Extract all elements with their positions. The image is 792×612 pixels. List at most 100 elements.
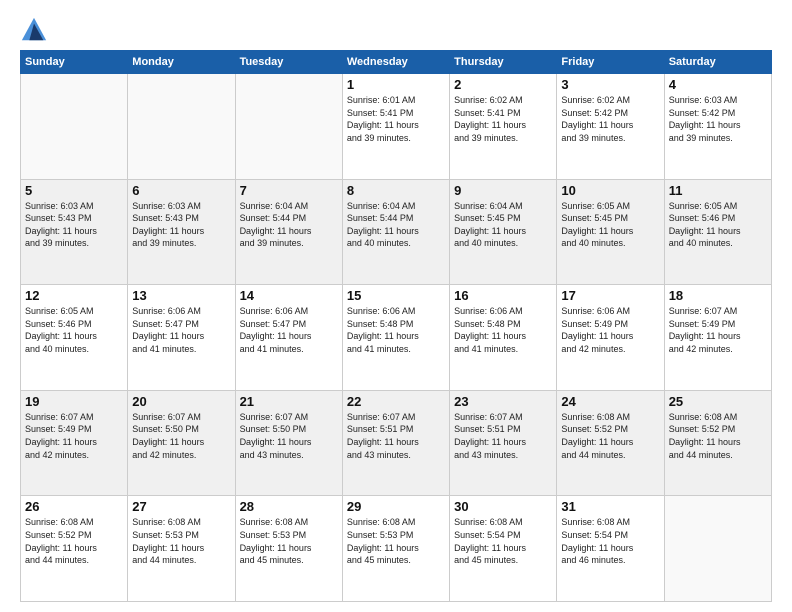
calendar-cell: 9 Sunrise: 6:04 AM Sunset: 5:45 PM Daylig… — [450, 179, 557, 285]
day-number: 8 — [347, 183, 445, 198]
calendar-cell: 18 Sunrise: 6:07 AM Sunset: 5:49 PM Dayli… — [664, 285, 771, 391]
day-info: Sunrise: 6:01 AM Sunset: 5:41 PM Dayligh… — [347, 94, 445, 144]
calendar-cell: 3 Sunrise: 6:02 AM Sunset: 5:42 PM Daylig… — [557, 74, 664, 180]
calendar-cell: 22 Sunrise: 6:07 AM Sunset: 5:51 PM Dayli… — [342, 390, 449, 496]
day-info: Sunrise: 6:02 AM Sunset: 5:42 PM Dayligh… — [561, 94, 659, 144]
day-info: Sunrise: 6:03 AM Sunset: 5:43 PM Dayligh… — [132, 200, 230, 250]
page: SundayMondayTuesdayWednesdayThursdayFrid… — [0, 0, 792, 612]
logo — [20, 16, 52, 44]
day-info: Sunrise: 6:05 AM Sunset: 5:46 PM Dayligh… — [25, 305, 123, 355]
calendar-cell: 25 Sunrise: 6:08 AM Sunset: 5:52 PM Dayli… — [664, 390, 771, 496]
day-number: 12 — [25, 288, 123, 303]
day-number: 5 — [25, 183, 123, 198]
day-number: 25 — [669, 394, 767, 409]
day-number: 7 — [240, 183, 338, 198]
day-info: Sunrise: 6:07 AM Sunset: 5:50 PM Dayligh… — [132, 411, 230, 461]
day-number: 18 — [669, 288, 767, 303]
day-info: Sunrise: 6:03 AM Sunset: 5:42 PM Dayligh… — [669, 94, 767, 144]
day-info: Sunrise: 6:08 AM Sunset: 5:52 PM Dayligh… — [25, 516, 123, 566]
day-number: 27 — [132, 499, 230, 514]
calendar-cell: 6 Sunrise: 6:03 AM Sunset: 5:43 PM Daylig… — [128, 179, 235, 285]
calendar-cell: 12 Sunrise: 6:05 AM Sunset: 5:46 PM Dayli… — [21, 285, 128, 391]
calendar-cell: 11 Sunrise: 6:05 AM Sunset: 5:46 PM Dayli… — [664, 179, 771, 285]
day-info: Sunrise: 6:07 AM Sunset: 5:51 PM Dayligh… — [347, 411, 445, 461]
day-info: Sunrise: 6:08 AM Sunset: 5:52 PM Dayligh… — [669, 411, 767, 461]
day-info: Sunrise: 6:06 AM Sunset: 5:47 PM Dayligh… — [240, 305, 338, 355]
weekday-header-wednesday: Wednesday — [342, 51, 449, 74]
calendar-cell: 21 Sunrise: 6:07 AM Sunset: 5:50 PM Dayli… — [235, 390, 342, 496]
header — [20, 16, 772, 44]
calendar-week-5: 26 Sunrise: 6:08 AM Sunset: 5:52 PM Dayli… — [21, 496, 772, 602]
calendar-cell — [235, 74, 342, 180]
day-info: Sunrise: 6:07 AM Sunset: 5:50 PM Dayligh… — [240, 411, 338, 461]
day-number: 24 — [561, 394, 659, 409]
day-number: 31 — [561, 499, 659, 514]
calendar-cell: 30 Sunrise: 6:08 AM Sunset: 5:54 PM Dayli… — [450, 496, 557, 602]
weekday-header-sunday: Sunday — [21, 51, 128, 74]
day-number: 21 — [240, 394, 338, 409]
logo-icon — [20, 16, 48, 44]
calendar-cell: 4 Sunrise: 6:03 AM Sunset: 5:42 PM Daylig… — [664, 74, 771, 180]
day-number: 16 — [454, 288, 552, 303]
day-number: 14 — [240, 288, 338, 303]
calendar-cell: 19 Sunrise: 6:07 AM Sunset: 5:49 PM Dayli… — [21, 390, 128, 496]
calendar-cell: 28 Sunrise: 6:08 AM Sunset: 5:53 PM Dayli… — [235, 496, 342, 602]
calendar-table: SundayMondayTuesdayWednesdayThursdayFrid… — [20, 50, 772, 602]
day-number: 2 — [454, 77, 552, 92]
calendar-week-3: 12 Sunrise: 6:05 AM Sunset: 5:46 PM Dayli… — [21, 285, 772, 391]
calendar-cell: 20Sunrise: 6:07 AM Sunset: 5:50 PM Dayli… — [128, 390, 235, 496]
calendar-cell — [128, 74, 235, 180]
day-number: 3 — [561, 77, 659, 92]
day-number: 28 — [240, 499, 338, 514]
calendar-cell: 29 Sunrise: 6:08 AM Sunset: 5:53 PM Dayli… — [342, 496, 449, 602]
calendar-cell: 2Sunrise: 6:02 AM Sunset: 5:41 PM Daylig… — [450, 74, 557, 180]
day-number: 22 — [347, 394, 445, 409]
calendar-cell: 5Sunrise: 6:03 AM Sunset: 5:43 PM Daylig… — [21, 179, 128, 285]
weekday-header-monday: Monday — [128, 51, 235, 74]
calendar-cell: 15Sunrise: 6:06 AM Sunset: 5:48 PM Dayli… — [342, 285, 449, 391]
calendar-cell: 23 Sunrise: 6:07 AM Sunset: 5:51 PM Dayli… — [450, 390, 557, 496]
day-info: Sunrise: 6:08 AM Sunset: 5:53 PM Dayligh… — [347, 516, 445, 566]
weekday-header-thursday: Thursday — [450, 51, 557, 74]
day-number: 30 — [454, 499, 552, 514]
day-info: Sunrise: 6:04 AM Sunset: 5:44 PM Dayligh… — [347, 200, 445, 250]
day-number: 19 — [25, 394, 123, 409]
day-info: Sunrise: 6:08 AM Sunset: 5:54 PM Dayligh… — [561, 516, 659, 566]
day-info: Sunrise: 6:06 AM Sunset: 5:49 PM Dayligh… — [561, 305, 659, 355]
weekday-header-row: SundayMondayTuesdayWednesdayThursdayFrid… — [21, 51, 772, 74]
day-number: 11 — [669, 183, 767, 198]
day-number: 10 — [561, 183, 659, 198]
day-info: Sunrise: 6:08 AM Sunset: 5:54 PM Dayligh… — [454, 516, 552, 566]
day-info: Sunrise: 6:06 AM Sunset: 5:48 PM Dayligh… — [347, 305, 445, 355]
calendar-cell: 8 Sunrise: 6:04 AM Sunset: 5:44 PM Daylig… — [342, 179, 449, 285]
day-info: Sunrise: 6:07 AM Sunset: 5:49 PM Dayligh… — [669, 305, 767, 355]
calendar-cell: 24Sunrise: 6:08 AM Sunset: 5:52 PM Dayli… — [557, 390, 664, 496]
day-number: 23 — [454, 394, 552, 409]
day-info: Sunrise: 6:06 AM Sunset: 5:47 PM Dayligh… — [132, 305, 230, 355]
calendar-cell: 27Sunrise: 6:08 AM Sunset: 5:53 PM Dayli… — [128, 496, 235, 602]
day-number: 29 — [347, 499, 445, 514]
weekday-header-saturday: Saturday — [664, 51, 771, 74]
day-info: Sunrise: 6:04 AM Sunset: 5:44 PM Dayligh… — [240, 200, 338, 250]
day-info: Sunrise: 6:04 AM Sunset: 5:45 PM Dayligh… — [454, 200, 552, 250]
day-info: Sunrise: 6:05 AM Sunset: 5:45 PM Dayligh… — [561, 200, 659, 250]
day-number: 26 — [25, 499, 123, 514]
calendar-cell — [21, 74, 128, 180]
calendar-cell: 7 Sunrise: 6:04 AM Sunset: 5:44 PM Daylig… — [235, 179, 342, 285]
day-info: Sunrise: 6:07 AM Sunset: 5:51 PM Dayligh… — [454, 411, 552, 461]
day-info: Sunrise: 6:06 AM Sunset: 5:48 PM Dayligh… — [454, 305, 552, 355]
day-number: 4 — [669, 77, 767, 92]
day-info: Sunrise: 6:05 AM Sunset: 5:46 PM Dayligh… — [669, 200, 767, 250]
calendar-week-1: 1 Sunrise: 6:01 AM Sunset: 5:41 PM Daylig… — [21, 74, 772, 180]
day-info: Sunrise: 6:08 AM Sunset: 5:53 PM Dayligh… — [240, 516, 338, 566]
day-number: 13 — [132, 288, 230, 303]
calendar-cell — [664, 496, 771, 602]
day-number: 6 — [132, 183, 230, 198]
day-info: Sunrise: 6:07 AM Sunset: 5:49 PM Dayligh… — [25, 411, 123, 461]
calendar-week-2: 5 Sunrise: 6:03 AM Sunset: 5:43 PM Daylig… — [21, 179, 772, 285]
day-number: 9 — [454, 183, 552, 198]
calendar-cell: 17Sunrise: 6:06 AM Sunset: 5:49 PM Dayli… — [557, 285, 664, 391]
day-number: 1 — [347, 77, 445, 92]
weekday-header-friday: Friday — [557, 51, 664, 74]
calendar-cell: 26 Sunrise: 6:08 AM Sunset: 5:52 PM Dayli… — [21, 496, 128, 602]
